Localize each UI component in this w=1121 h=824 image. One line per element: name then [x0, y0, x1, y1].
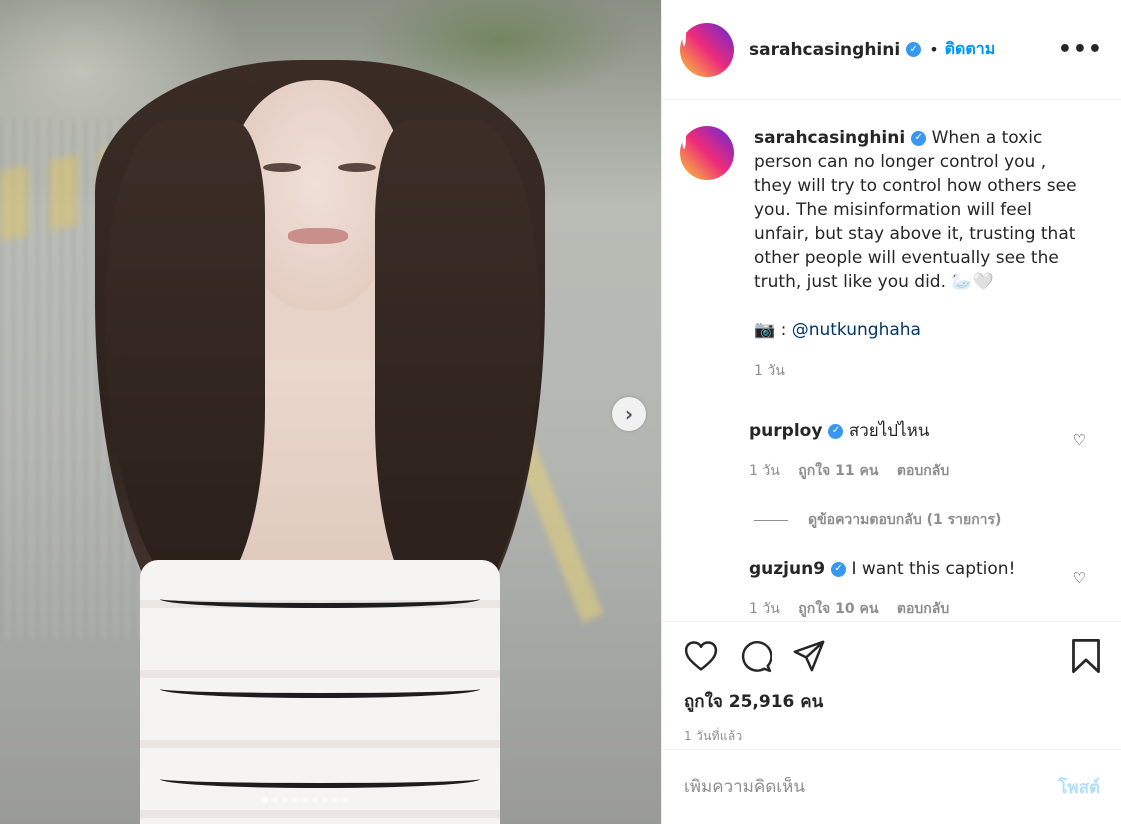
credit-prefix: : [775, 320, 792, 340]
comment-icon[interactable] [738, 639, 772, 673]
photo-subject-hair-right [375, 120, 540, 620]
add-comment-bar: โพสต์ [662, 749, 1121, 824]
post-comment-button[interactable]: โพสต์ [1058, 774, 1100, 801]
avatar[interactable] [684, 421, 730, 467]
comment-input[interactable] [684, 777, 1059, 797]
heart-icon[interactable]: ♡ [1073, 431, 1086, 449]
view-replies-button[interactable]: ดูข้อความตอบกลับ (1 รายการ) [754, 509, 1121, 531]
post-photo[interactable]: › [0, 0, 661, 824]
carousel-dot [262, 797, 268, 803]
carousel-dot [312, 797, 318, 803]
photo-subject-eye-left [263, 163, 301, 172]
carousel-indicator [262, 797, 348, 803]
comment-timestamp: 1 วัน [749, 463, 780, 479]
photo-subject-dress [140, 560, 500, 824]
comments-list[interactable]: sarahcasinghini ✓ When a toxic person can… [662, 101, 1121, 621]
carousel-dot [332, 797, 338, 803]
verified-badge-icon: ✓ [828, 423, 844, 439]
dress-pattern-band [160, 770, 480, 788]
caption-username[interactable]: sarahcasinghini [754, 128, 905, 148]
view-replies-label: ดูข้อความตอบกลับ (1 รายการ) [808, 512, 1002, 528]
post-side-panel: sarahcasinghini ✓ • ติดตาม ••• sarahcasi… [661, 0, 1121, 824]
dress-pattern-band [160, 680, 480, 698]
comment-text: สวยไปไหน [848, 421, 930, 441]
comment-item: purploy ✓ สวยไปไหน 1 วัน ถูกใจ 11 คน ตอบก… [662, 419, 1121, 483]
carousel-dot [272, 797, 278, 803]
comment-reply-button[interactable]: ตอบกลับ [897, 601, 949, 617]
comment-username[interactable]: guzjun9 [749, 559, 825, 579]
follow-button[interactable]: ติดตาม [945, 37, 996, 62]
replies-divider [754, 519, 788, 521]
more-options-icon[interactable]: ••• [1058, 37, 1103, 62]
camera-icon: 📷 [754, 320, 776, 340]
share-icon[interactable] [792, 639, 826, 673]
carousel-next-button[interactable]: › [612, 397, 646, 431]
post-timestamp: 1 วันที่แล้ว [684, 729, 743, 743]
author-username[interactable]: sarahcasinghini [749, 40, 900, 60]
carousel-dot [282, 797, 288, 803]
verified-badge-icon: ✓ [906, 42, 922, 57]
heart-icon[interactable] [684, 640, 718, 672]
comment-username[interactable]: purploy [749, 421, 822, 441]
comment-reply-button[interactable]: ตอบกลับ [897, 463, 949, 479]
caption-text: When a toxic person can no longer contro… [754, 128, 1077, 292]
header-separator: • [929, 40, 939, 59]
heart-icon[interactable]: ♡ [1073, 569, 1086, 587]
bookmark-icon[interactable] [1070, 638, 1102, 674]
dress-pattern-band [160, 590, 480, 608]
carousel-dot [342, 797, 348, 803]
credit-mention-link[interactable]: @nutkunghaha [792, 320, 921, 340]
photo-subject-lips [288, 228, 348, 244]
comment-text: I want this caption! [851, 559, 1016, 579]
avatar[interactable] [680, 22, 734, 77]
carousel-dot [292, 797, 298, 803]
likes-count[interactable]: ถูกใจ 25,916 คน [684, 688, 1102, 715]
avatar[interactable] [684, 559, 730, 605]
verified-badge-icon: ✓ [831, 561, 847, 577]
post-header: sarahcasinghini ✓ • ติดตาม ••• [662, 0, 1121, 100]
verified-badge-icon: ✓ [911, 130, 927, 146]
comment-item: guzjun9 ✓ I want this caption! 1 วัน ถูกใ… [662, 557, 1121, 621]
avatar[interactable] [680, 126, 734, 180]
photo-credit: 📷 : @nutkunghaha [754, 318, 1084, 342]
comment-timestamp: 1 วัน [749, 601, 780, 617]
comment-likes-link[interactable]: ถูกใจ 11 คน [798, 463, 878, 479]
comment-likes-link[interactable]: ถูกใจ 10 คน [798, 601, 878, 617]
caption-timestamp: 1 วัน [754, 363, 785, 379]
photo-subject-eye-right [338, 163, 376, 172]
carousel-dot [302, 797, 308, 803]
post-actions: ถูกใจ 25,916 คน 1 วันที่แล้ว [662, 621, 1121, 746]
post-caption: sarahcasinghini ✓ When a toxic person can… [662, 101, 1121, 383]
carousel-dot [322, 797, 328, 803]
